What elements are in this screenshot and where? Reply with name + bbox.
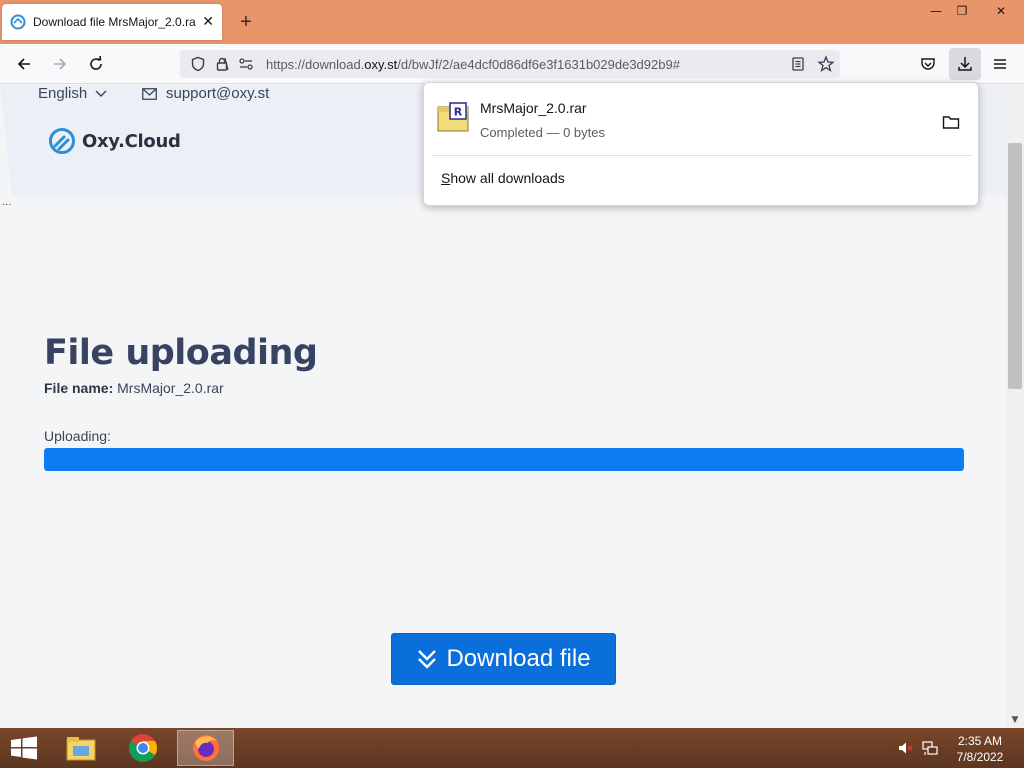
logo-text: Oxy.Cloud — [82, 130, 181, 152]
firefox-icon — [192, 735, 219, 761]
download-icon — [958, 57, 972, 71]
support-link[interactable]: support@oxy.st — [142, 85, 269, 102]
forward-button[interactable] — [48, 52, 72, 76]
svg-text:R: R — [454, 106, 463, 119]
upload-progress-bar — [44, 448, 964, 471]
url-bar[interactable]: https://download.oxy.st/d/bwJf/2/ae4dcf0… — [180, 50, 840, 78]
pocket-button[interactable] — [916, 52, 940, 76]
browser-tab[interactable]: Download file MrsMajor_2.0.rar ✕ — [2, 4, 222, 40]
taskbar-file-explorer[interactable] — [54, 730, 108, 766]
language-label: English — [38, 85, 88, 102]
lock-icon[interactable] — [212, 54, 232, 74]
system-clock[interactable]: 2:35 AM 7/8/2022 — [946, 733, 1014, 765]
rar-file-icon: R — [437, 102, 469, 132]
double-chevron-down-icon — [416, 648, 438, 670]
file-name-row: File name: MrsMajor_2.0.rar — [44, 380, 224, 396]
forward-arrow-icon — [54, 58, 67, 70]
permissions-icon[interactable] — [236, 54, 256, 74]
shield-icon[interactable] — [188, 54, 208, 74]
download-file-button[interactable]: Download file — [391, 633, 616, 685]
folder-icon — [942, 116, 960, 129]
back-button[interactable] — [12, 52, 36, 76]
taskbar-chrome[interactable] — [116, 730, 170, 766]
title-bar: Download file MrsMajor_2.0.rar ✕ + — ❐ ✕ — [0, 0, 1024, 44]
volume-tray-button[interactable] — [897, 740, 915, 756]
upload-progress-fill — [44, 448, 964, 471]
chrome-icon — [129, 734, 157, 762]
speaker-muted-icon — [899, 742, 913, 754]
start-button[interactable] — [10, 736, 38, 760]
url-text[interactable]: https://download.oxy.st/d/bwJf/2/ae4dcf0… — [266, 57, 680, 72]
network-icon — [922, 741, 938, 755]
menu-button[interactable] — [988, 52, 1012, 76]
reader-view-icon[interactable] — [786, 52, 810, 76]
url-prefix: https://download. — [266, 56, 365, 72]
download-file-label: Download file — [446, 645, 591, 672]
download-status: Completed — 0 bytes — [480, 125, 606, 140]
mail-icon — [142, 87, 157, 100]
tab-close-icon[interactable]: ✕ — [202, 15, 214, 29]
windows-start-icon — [11, 736, 37, 760]
downloads-button[interactable] — [949, 48, 981, 80]
file-name-label: File name: — [44, 380, 114, 396]
close-window-button[interactable]: ✕ — [978, 0, 1024, 22]
file-explorer-icon — [66, 737, 96, 761]
menu-icon — [994, 59, 1006, 69]
support-email: support@oxy.st — [166, 85, 270, 102]
star-icon[interactable] — [814, 52, 838, 76]
show-all-label: how all downloads — [450, 170, 565, 186]
taskbar-firefox[interactable] — [177, 730, 234, 766]
scroll-down-arrow[interactable]: ▼ — [1006, 712, 1024, 728]
uploading-label: Uploading: — [44, 428, 111, 444]
tab-title: Download file MrsMajor_2.0.rar — [33, 15, 197, 29]
back-arrow-icon — [17, 58, 30, 70]
ellipsis-text: ... — [2, 197, 12, 208]
file-name-value: MrsMajor_2.0.rar — [117, 380, 224, 396]
reload-icon — [90, 55, 102, 70]
new-tab-button[interactable]: + — [234, 10, 258, 34]
url-host: oxy.st — [364, 56, 398, 72]
oxy-cloud-logo[interactable]: Oxy.Cloud — [48, 127, 181, 155]
language-selector[interactable]: English — [38, 85, 107, 102]
clock-date: 7/8/2022 — [956, 750, 1004, 764]
download-item[interactable]: R MrsMajor_2.0.rar Completed — 0 bytes — [424, 83, 980, 155]
navigation-toolbar: https://download.oxy.st/d/bwJf/2/ae4dcf0… — [0, 44, 1024, 84]
show-all-access-key: S — [441, 170, 451, 186]
download-file-name: MrsMajor_2.0.rar — [480, 100, 587, 116]
open-folder-button[interactable] — [940, 111, 962, 133]
maximize-button[interactable]: ❐ — [947, 0, 977, 22]
downloads-panel: R MrsMajor_2.0.rar Completed — 0 bytes S… — [423, 82, 979, 206]
oxy-logo-icon — [49, 128, 75, 154]
network-tray-button[interactable] — [921, 740, 939, 756]
taskbar: 2:35 AM 7/8/2022 — [0, 728, 1024, 768]
show-all-downloads-button[interactable]: Show all downloads — [441, 170, 565, 186]
page-title: File uploading — [44, 333, 318, 373]
pocket-icon — [921, 58, 935, 70]
url-path: /d/bwJf/2/ae4dcf0d86df6e3f1631b029de3d92… — [397, 56, 680, 72]
reload-button[interactable] — [84, 52, 108, 76]
panel-divider — [432, 155, 972, 156]
chevron-down-icon — [95, 85, 107, 102]
page-scrollbar-thumb[interactable] — [1008, 143, 1022, 389]
tab-favicon-icon — [10, 14, 26, 30]
clock-time: 2:35 AM — [957, 734, 1003, 748]
